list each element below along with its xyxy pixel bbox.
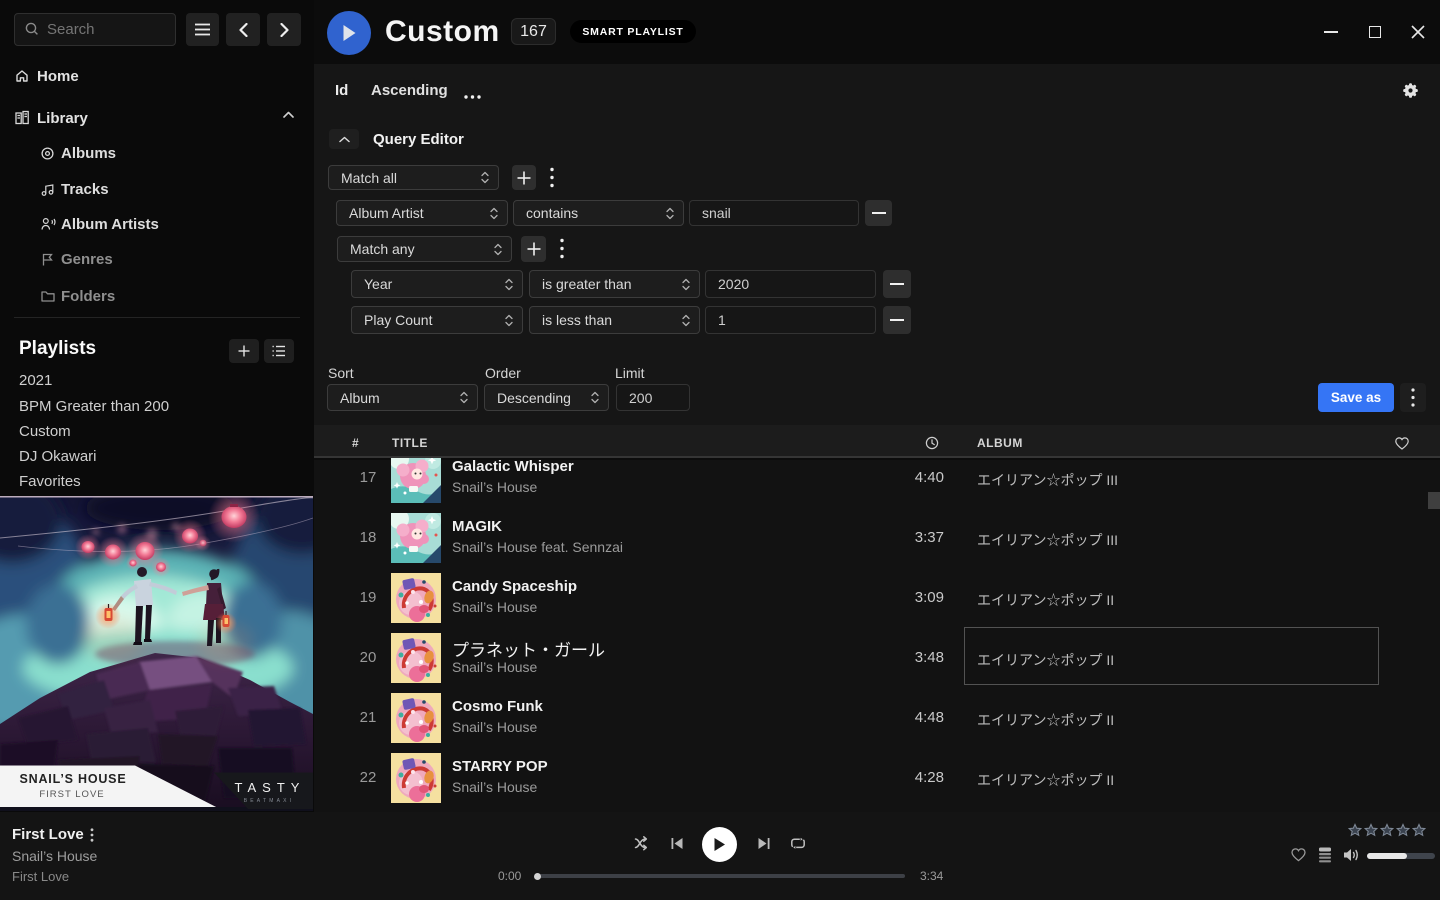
- svg-text:BEATMAXI: BEATMAXI: [244, 798, 295, 804]
- svg-text:SNAIL’S HOUSE: SNAIL’S HOUSE: [20, 772, 127, 786]
- svg-text:FIRST LOVE: FIRST LOVE: [39, 789, 104, 800]
- svg-text:TASTY: TASTY: [235, 780, 306, 795]
